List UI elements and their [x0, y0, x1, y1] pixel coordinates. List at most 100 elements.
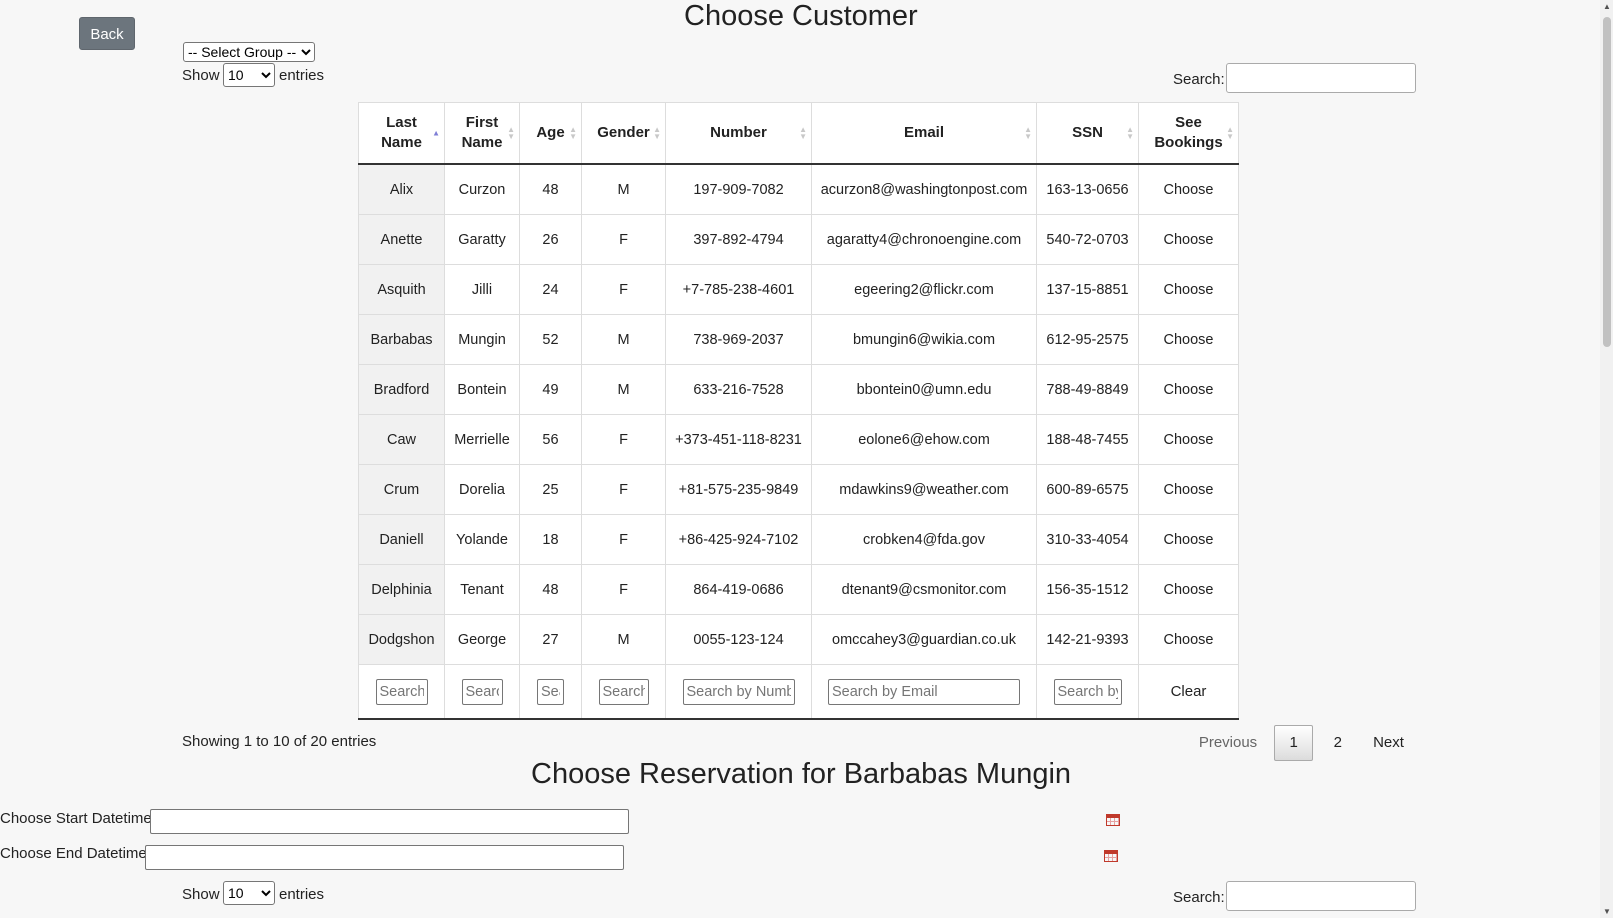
cell-age: 18: [519, 514, 582, 565]
reservation-search-label: Search:: [1173, 889, 1225, 906]
cell-number: 0055-123-124: [665, 614, 812, 665]
choose-button[interactable]: Choose: [1138, 314, 1239, 365]
column-header-label: Number: [710, 124, 767, 141]
cell-ssn: 163-13-0656: [1036, 163, 1139, 215]
column-header-gender[interactable]: Gender ▲ ▼: [581, 102, 666, 165]
reservation-show-label: Show: [182, 886, 220, 903]
scrollbar-thumb[interactable]: [1603, 17, 1611, 347]
cell-last-name: Dodgshon: [358, 614, 445, 665]
table-row: Daniell Yolande 18 F +86-425-924-7102 crobken…: [358, 514, 1239, 565]
cell-email: omccahey3@guardian.co.uk: [811, 614, 1037, 665]
cell-last-name: Barbabas: [358, 314, 445, 365]
scrollbar[interactable]: ▲ ▼: [1600, 0, 1613, 918]
cell-last-name: Alix: [358, 163, 445, 215]
cell-number: +81-575-235-9849: [665, 464, 812, 515]
next-page-button[interactable]: Next: [1363, 726, 1415, 762]
entries-select[interactable]: 10: [223, 63, 275, 87]
last-name-search-input[interactable]: [375, 678, 428, 705]
cell-age: 26: [519, 214, 582, 265]
sort-icon: ▲ ▼: [1126, 125, 1134, 141]
cell-number: 738-969-2037: [665, 314, 812, 365]
cell-first-name: Mungin: [444, 314, 520, 365]
choose-button[interactable]: Choose: [1138, 364, 1239, 415]
cell-number: +86-425-924-7102: [665, 514, 812, 565]
cell-age: 24: [519, 264, 582, 315]
choose-button[interactable]: Choose: [1138, 414, 1239, 465]
scroll-down-icon[interactable]: ▼: [1603, 907, 1611, 916]
email-search-input[interactable]: [828, 678, 1020, 705]
sort-icon: ▲ ▼: [569, 125, 577, 141]
table-row: Crum Dorelia 25 F +81-575-235-9849 mdawkins9@…: [358, 464, 1239, 515]
table-footer-search-row: Clear: [358, 664, 1239, 720]
choose-button[interactable]: Choose: [1138, 514, 1239, 565]
cell-email: acurzon8@washingtonpost.com: [811, 163, 1037, 215]
sort-icon: ▲ ▼: [507, 125, 515, 141]
calendar-icon[interactable]: [1106, 814, 1120, 826]
cell-first-name: Tenant: [444, 564, 520, 615]
cell-first-name: Dorelia: [444, 464, 520, 515]
entries-label: entries: [279, 67, 325, 84]
age-search-input[interactable]: [537, 678, 564, 705]
cell-gender: F: [581, 464, 666, 515]
column-header-age[interactable]: Age ▲ ▼: [519, 102, 582, 165]
cell-age: 48: [519, 163, 582, 215]
page-button[interactable]: 2: [1317, 726, 1358, 762]
cell-age: 27: [519, 614, 582, 665]
cell-last-name: Anette: [358, 214, 445, 265]
search-label: Search:: [1173, 71, 1225, 88]
column-header-number[interactable]: Number ▲ ▼: [665, 102, 812, 165]
number-search-input[interactable]: [682, 678, 795, 705]
sort-icon: ▲ ▼: [1226, 125, 1234, 141]
cell-gender: M: [581, 163, 666, 215]
table-row: Anette Garatty 26 F 397-892-4794 agaratty4@ch…: [358, 214, 1239, 265]
cell-last-name: Daniell: [358, 514, 445, 565]
cell-first-name: Jilli: [444, 264, 520, 315]
gender-search-input[interactable]: [598, 678, 649, 705]
cell-gender: F: [581, 264, 666, 315]
group-select[interactable]: -- Select Group --: [183, 42, 315, 62]
search-input[interactable]: [1226, 63, 1416, 93]
choose-button[interactable]: Choose: [1138, 214, 1239, 265]
choose-button[interactable]: Choose: [1138, 464, 1239, 515]
page-button-current[interactable]: 1: [1274, 725, 1314, 761]
cell-gender: F: [581, 514, 666, 565]
sort-icon: ▲ ▼: [1024, 125, 1032, 141]
start-datetime-input[interactable]: [150, 809, 629, 834]
end-datetime-input[interactable]: [145, 845, 624, 870]
cell-gender: F: [581, 564, 666, 615]
choose-button[interactable]: Choose: [1138, 564, 1239, 615]
back-button[interactable]: Back: [79, 17, 135, 50]
clear-button[interactable]: Clear: [1138, 664, 1239, 720]
reservation-search-input[interactable]: [1226, 881, 1416, 911]
choose-button[interactable]: Choose: [1138, 264, 1239, 315]
previous-page-button[interactable]: Previous: [1186, 726, 1270, 762]
cell-ssn: 142-21-9393: [1036, 614, 1139, 665]
column-header-last-name[interactable]: Last Name ▲: [358, 102, 445, 165]
cell-number: +7-785-238-4601: [665, 264, 812, 315]
reservation-entries-select[interactable]: 10: [223, 881, 275, 905]
cell-number: 397-892-4794: [665, 214, 812, 265]
choose-button[interactable]: Choose: [1138, 614, 1239, 665]
calendar-icon[interactable]: [1104, 850, 1118, 862]
column-header-ssn[interactable]: SSN ▲ ▼: [1036, 102, 1139, 165]
cell-gender: F: [581, 414, 666, 465]
cell-age: 49: [519, 364, 582, 415]
first-name-search-input[interactable]: [461, 678, 503, 705]
end-datetime-label: Choose End Datetime:: [0, 845, 151, 862]
column-header-label: First Name: [461, 114, 503, 151]
column-header-label: Gender: [597, 124, 650, 141]
column-header-email[interactable]: Email ▲ ▼: [811, 102, 1037, 165]
cell-last-name: Crum: [358, 464, 445, 515]
choose-button[interactable]: Choose: [1138, 163, 1239, 215]
cell-ssn: 156-35-1512: [1036, 564, 1139, 615]
scroll-up-icon[interactable]: ▲: [1603, 2, 1611, 11]
reservation-entries-label: entries: [279, 886, 325, 903]
column-header-see-bookings[interactable]: See Bookings ▲ ▼: [1138, 102, 1239, 165]
cell-last-name: Bradford: [358, 364, 445, 415]
cell-first-name: George: [444, 614, 520, 665]
cell-ssn: 788-49-8849: [1036, 364, 1139, 415]
column-header-first-name[interactable]: First Name ▲ ▼: [444, 102, 520, 165]
cell-age: 48: [519, 564, 582, 615]
start-datetime-label: Choose Start Datetime:: [0, 810, 156, 827]
ssn-search-input[interactable]: [1053, 678, 1122, 705]
